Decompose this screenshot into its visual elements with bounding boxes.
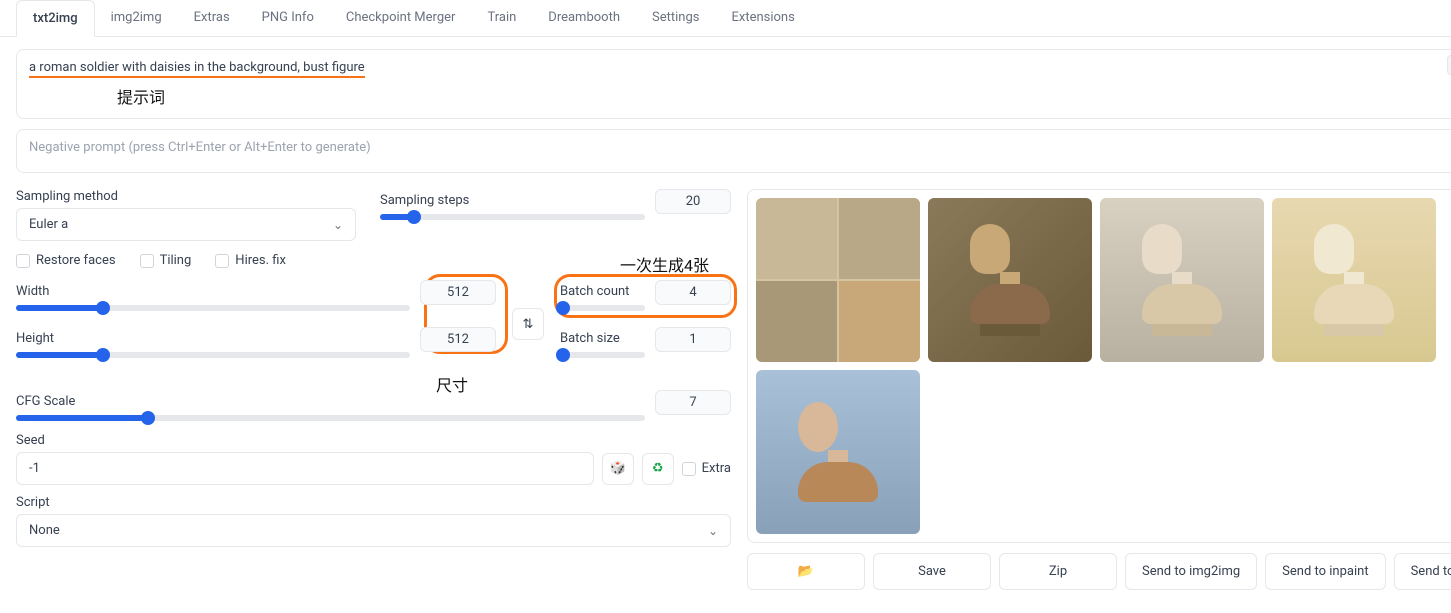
send-to-inpaint-button[interactable]: Send to inpaint [1265, 553, 1385, 590]
tab-dreambooth[interactable]: Dreambooth [532, 0, 636, 36]
annotation-batch: 一次生成4张 [620, 252, 709, 276]
batch-count-slider[interactable] [560, 305, 645, 311]
prompt-input[interactable]: a roman soldier with daisies in the back… [16, 49, 1451, 119]
sampling-method-label: Sampling method [16, 189, 356, 204]
batch-count-label: Batch count [560, 284, 645, 299]
width-label: Width [16, 284, 410, 299]
height-value[interactable]: 512 [420, 327, 496, 352]
negative-prompt-input[interactable]: Negative prompt (press Ctrl+Enter or Alt… [16, 129, 1451, 173]
seed-extra-checkbox[interactable]: Extra [682, 461, 731, 476]
restore-faces-checkbox[interactable]: Restore faces [16, 253, 116, 268]
seed-random-button[interactable]: 🎲 [602, 453, 634, 485]
batch-size-value[interactable]: 1 [655, 327, 731, 352]
tab-pnginfo[interactable]: PNG Info [246, 0, 330, 36]
output-gallery [747, 189, 1451, 543]
gallery-image[interactable] [1100, 198, 1264, 362]
folder-icon: 📂 [798, 564, 814, 579]
prompt-text: a roman soldier with daisies in the back… [29, 60, 365, 78]
sampling-steps-slider[interactable] [380, 214, 645, 220]
dice-icon: 🎲 [610, 461, 626, 476]
recycle-icon: ♻ [652, 461, 664, 476]
gallery-image[interactable] [1272, 198, 1436, 362]
height-label: Height [16, 331, 410, 346]
gallery-image[interactable] [756, 370, 920, 534]
width-value[interactable]: 512 [420, 280, 496, 305]
seed-label: Seed [16, 433, 731, 448]
tab-txt2img[interactable]: txt2img [16, 0, 95, 37]
tab-settings[interactable]: Settings [636, 0, 715, 36]
tab-train[interactable]: Train [471, 0, 532, 36]
chevron-down-icon: ⌄ [708, 524, 718, 538]
gallery-image-grid[interactable] [756, 198, 920, 362]
batch-count-value[interactable]: 4 [655, 280, 731, 305]
tiling-checkbox[interactable]: Tiling [140, 253, 192, 268]
token-counter: 11/75 [1447, 55, 1451, 75]
cfg-scale-slider[interactable] [16, 415, 645, 421]
cfg-scale-label: CFG Scale [16, 394, 645, 409]
script-label: Script [16, 495, 731, 510]
tab-checkpoint-merger[interactable]: Checkpoint Merger [330, 0, 472, 36]
seed-input[interactable]: -1 [16, 452, 594, 485]
send-to-extras-button[interactable]: Send to extras [1394, 553, 1451, 590]
height-slider[interactable] [16, 352, 410, 358]
tab-extensions[interactable]: Extensions [715, 0, 810, 36]
chevron-down-icon: ⌄ [333, 218, 343, 232]
gallery-image[interactable] [928, 198, 1092, 362]
send-to-img2img-button[interactable]: Send to img2img [1125, 553, 1257, 590]
save-button[interactable]: Save [873, 553, 991, 590]
tab-bar: txt2img img2img Extras PNG Info Checkpoi… [0, 0, 1451, 37]
open-folder-button[interactable]: 📂 [747, 553, 865, 590]
batch-size-slider[interactable] [560, 352, 645, 358]
script-select[interactable]: None ⌄ [16, 514, 731, 547]
zip-button[interactable]: Zip [999, 553, 1117, 590]
sampling-steps-label: Sampling steps [380, 193, 645, 208]
sampling-method-select[interactable]: Euler a ⌄ [16, 208, 356, 241]
sampling-steps-value[interactable]: 20 [655, 189, 731, 214]
width-slider[interactable] [16, 305, 410, 311]
annotation-prompt: 提示词 [117, 84, 165, 108]
tab-extras[interactable]: Extras [178, 0, 246, 36]
swap-icon: ⇅ [523, 317, 534, 332]
batch-size-label: Batch size [560, 331, 645, 346]
tab-img2img[interactable]: img2img [95, 0, 178, 36]
seed-reuse-button[interactable]: ♻ [642, 453, 674, 485]
swap-dimensions-button[interactable]: ⇅ [512, 308, 544, 340]
hires-fix-checkbox[interactable]: Hires. fix [215, 253, 286, 268]
cfg-scale-value[interactable]: 7 [655, 390, 731, 415]
